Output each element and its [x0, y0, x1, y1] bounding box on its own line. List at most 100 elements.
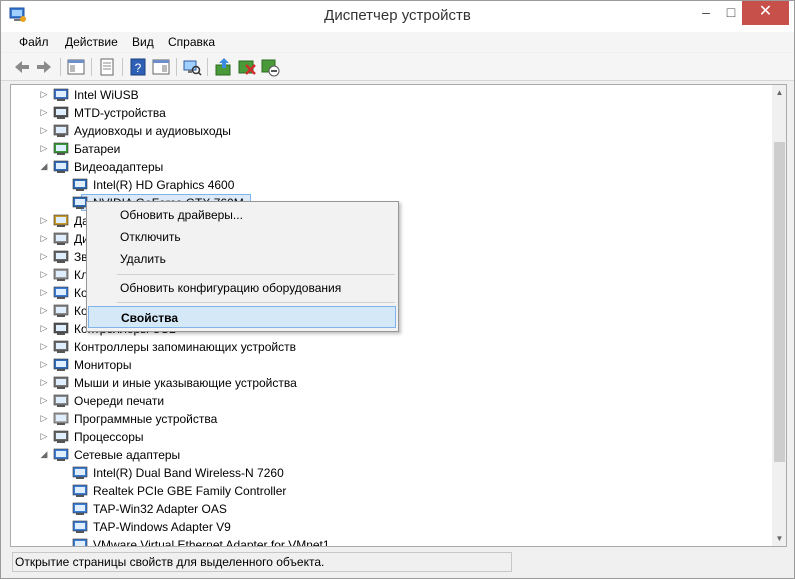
- battery-icon: [53, 142, 69, 155]
- show-hide-console-tree-icon[interactable]: [66, 57, 86, 77]
- scrollbar-thumb[interactable]: [774, 142, 785, 462]
- tree-item-label: Intel(R) Dual Band Wireless-N 7260: [93, 466, 284, 480]
- network-adapter-icon: [72, 466, 88, 479]
- menu-view[interactable]: Вид: [132, 35, 154, 49]
- expand-arrow-icon[interactable]: ▷: [39, 394, 49, 406]
- expand-arrow-icon[interactable]: ▷: [39, 358, 49, 370]
- tree-row[interactable]: ▷ Мониторы: [11, 356, 771, 374]
- tree-item-label: Intel WiUSB: [74, 88, 139, 102]
- svg-text:?: ?: [135, 61, 142, 75]
- expand-arrow-icon[interactable]: ▷: [39, 232, 49, 244]
- vertical-scrollbar[interactable]: ▲ ▼: [772, 85, 786, 546]
- back-arrow-icon[interactable]: [12, 57, 32, 77]
- expand-arrow-icon[interactable]: ▷: [39, 304, 49, 316]
- expand-arrow-icon[interactable]: ▷: [39, 430, 49, 442]
- uninstall-device-icon[interactable]: [237, 57, 257, 77]
- tree-row[interactable]: ▷ Программные устройства: [11, 410, 771, 428]
- context-update-drivers[interactable]: Обновить драйверы...: [87, 204, 398, 226]
- tree-item-label: TAP-Win32 Adapter OAS: [93, 502, 227, 516]
- tree-item-label: Intel(R) HD Graphics 4600: [93, 178, 235, 192]
- tree-item-label: VMware Virtual Ethernet Adapter for VMne…: [93, 538, 330, 547]
- tree-row[interactable]: ▷ Контроллеры запоминающих устройств: [11, 338, 771, 356]
- scroll-down-arrow-icon[interactable]: ▼: [772, 531, 786, 546]
- menu-bar: Файл Действие Вид Справка: [1, 32, 794, 52]
- tree-row[interactable]: Realtek PCIe GBE Family Controller: [11, 482, 771, 500]
- tree-row[interactable]: ▷ Очереди печати: [11, 392, 771, 410]
- expand-arrow-icon[interactable]: ▷: [39, 250, 49, 262]
- disable-device-icon[interactable]: [260, 57, 280, 77]
- tree-row[interactable]: ◢ Сетевые адаптеры: [11, 446, 771, 464]
- toolbar-separator: [60, 58, 61, 76]
- toolbar-separator: [176, 58, 177, 76]
- tree-row[interactable]: VMware Virtual Ethernet Adapter for VMne…: [11, 536, 771, 547]
- controller-icon: [53, 304, 69, 317]
- tree-row[interactable]: ▷ Аудиовходы и аудиовыходы: [11, 122, 771, 140]
- tree-item-label: Аудиовходы и аудиовыходы: [74, 124, 231, 138]
- tree-item-label: Realtek PCIe GBE Family Controller: [93, 484, 287, 498]
- tree-row[interactable]: ▷ Мыши и иные указывающие устройства: [11, 374, 771, 392]
- toolbar: ?: [1, 53, 794, 81]
- context-delete[interactable]: Удалить: [87, 248, 398, 270]
- tree-row[interactable]: ▷ MTD-устройства: [11, 104, 771, 122]
- sound-icon: [53, 250, 69, 263]
- context-separator: [117, 302, 395, 303]
- close-button[interactable]: ✕: [742, 1, 789, 25]
- scan-hardware-icon[interactable]: [182, 57, 202, 77]
- display-adapter-icon: [72, 178, 88, 191]
- tree-item-label: MTD-устройства: [74, 106, 166, 120]
- forward-arrow-icon[interactable]: [34, 57, 54, 77]
- tree-row[interactable]: TAP-Win32 Adapter OAS: [11, 500, 771, 518]
- toolbar-separator: [207, 58, 208, 76]
- tree-row[interactable]: Intel(R) Dual Band Wireless-N 7260: [11, 464, 771, 482]
- tree-row[interactable]: ▷ Батареи: [11, 140, 771, 158]
- device-manager-window: Диспетчер устройств – □ ✕ Файл Действие …: [0, 0, 795, 579]
- context-separator: [117, 274, 395, 275]
- network-adapter-icon: [53, 448, 69, 461]
- expand-arrow-icon[interactable]: ▷: [39, 214, 49, 226]
- tree-item-label: Батареи: [74, 142, 121, 156]
- expand-arrow-icon[interactable]: ▷: [39, 88, 49, 100]
- menu-file[interactable]: Файл: [19, 35, 49, 49]
- network-adapter-icon: [72, 502, 88, 515]
- menu-action[interactable]: Действие: [65, 35, 118, 49]
- context-scan-hardware[interactable]: Обновить конфигурацию оборудования: [87, 277, 398, 299]
- software-device-icon: [53, 412, 69, 425]
- properties-sheet-icon[interactable]: [97, 57, 117, 77]
- tree-row[interactable]: ▷ Процессоры: [11, 428, 771, 446]
- storage-controller-icon: [53, 340, 69, 353]
- tree-row[interactable]: TAP-Windows Adapter V9: [11, 518, 771, 536]
- menu-help[interactable]: Справка: [168, 35, 215, 49]
- expand-arrow-icon[interactable]: ▷: [39, 376, 49, 388]
- disk-drive-icon: [53, 232, 69, 245]
- display-adapter-icon: [53, 160, 69, 173]
- expand-arrow-icon[interactable]: ▷: [39, 106, 49, 118]
- network-adapter-icon: [72, 484, 88, 497]
- help-icon[interactable]: ?: [128, 57, 148, 77]
- console-view-icon[interactable]: [151, 57, 171, 77]
- context-disable[interactable]: Отключить: [87, 226, 398, 248]
- usb-controller-icon: [53, 322, 69, 335]
- tree-row[interactable]: ◢ Видеоадаптеры: [11, 158, 771, 176]
- collapse-arrow-icon[interactable]: ◢: [39, 160, 49, 172]
- expand-arrow-icon[interactable]: ▷: [39, 340, 49, 352]
- context-properties[interactable]: Свойства: [88, 306, 396, 328]
- expand-arrow-icon[interactable]: ▷: [39, 268, 49, 280]
- expand-arrow-icon[interactable]: ▷: [39, 142, 49, 154]
- keyboard-icon: [53, 268, 69, 281]
- expand-arrow-icon[interactable]: ▷: [39, 286, 49, 298]
- expand-arrow-icon[interactable]: ▷: [39, 412, 49, 424]
- maximize-button[interactable]: □: [721, 1, 741, 25]
- scroll-up-arrow-icon[interactable]: ▲: [772, 85, 786, 100]
- tree-row[interactable]: Intel(R) HD Graphics 4600: [11, 176, 771, 194]
- collapse-arrow-icon[interactable]: ◢: [39, 448, 49, 460]
- expand-arrow-icon[interactable]: ▷: [39, 124, 49, 136]
- expand-arrow-icon[interactable]: ▷: [39, 322, 49, 334]
- tree-row[interactable]: ▷ Intel WiUSB: [11, 86, 771, 104]
- update-driver-icon[interactable]: [214, 57, 234, 77]
- speaker-icon: [53, 124, 69, 137]
- mtd-device-icon: [53, 106, 69, 119]
- tree-item-label: Мониторы: [74, 358, 132, 372]
- printer-icon: [53, 394, 69, 407]
- minimize-button[interactable]: –: [691, 1, 721, 25]
- tree-item-label: Сетевые адаптеры: [74, 448, 181, 462]
